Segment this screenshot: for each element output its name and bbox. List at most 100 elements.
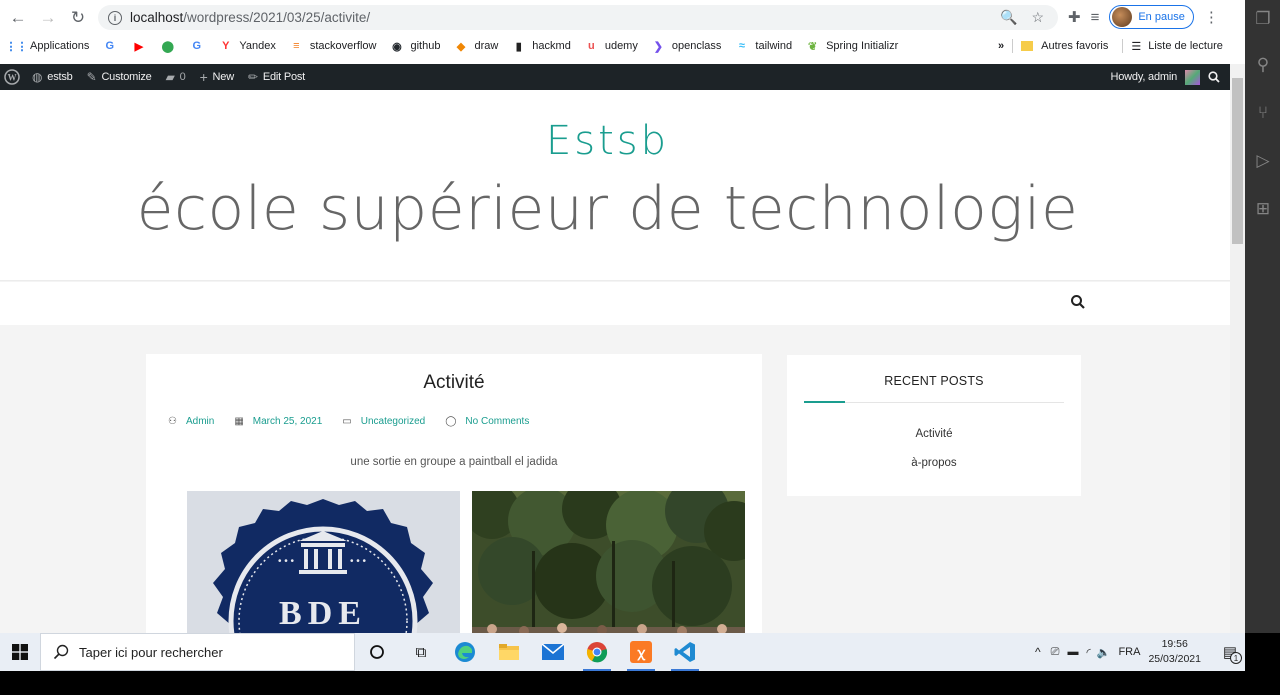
reading-list-button[interactable]: ☰ Liste de lecture xyxy=(1131,40,1222,53)
other-favorites-folder[interactable]: Autres favoris xyxy=(1021,40,1108,52)
pencil-icon: ✏ xyxy=(247,70,258,84)
post-date[interactable]: ▦ March 25, 2021 xyxy=(234,416,322,427)
post-author[interactable]: ⚇ Admin xyxy=(168,416,214,427)
chrome-icon xyxy=(586,642,608,663)
wifi-icon[interactable]: ◜ xyxy=(1086,646,1090,659)
site-header: Estsb école supérieur de technologie xyxy=(0,90,1230,281)
edge-app[interactable] xyxy=(443,633,487,671)
extensions-icon[interactable]: ✚ xyxy=(1068,8,1081,26)
comments-link[interactable]: ▰ 0 xyxy=(166,70,186,84)
comment-bubble-icon: ◯ xyxy=(445,416,457,427)
bookmark-item[interactable]: ❦ Spring Initializr xyxy=(806,40,898,53)
bookmark-item[interactable]: ⋮⋮ Applications xyxy=(5,40,90,53)
bookmark-label: openclass xyxy=(671,40,722,52)
site-title[interactable]: Estsb xyxy=(0,118,1215,164)
explorer-icon[interactable]: ❐ xyxy=(1254,10,1272,28)
google-icon: G xyxy=(105,40,115,52)
vscode-icon xyxy=(674,642,695,662)
profile-button[interactable]: En pause xyxy=(1109,5,1194,29)
customize-link[interactable]: ✎ Customize xyxy=(87,70,152,84)
admin-site-link[interactable]: ◍ estsb xyxy=(32,70,73,84)
clock-time: 19:56 xyxy=(1161,638,1188,650)
mail-app[interactable] xyxy=(531,633,575,671)
clock[interactable]: 19:56 25/03/2021 xyxy=(1148,637,1201,667)
paintball-photo[interactable] xyxy=(472,491,745,633)
xampp-app[interactable]: ꭓ xyxy=(619,633,663,671)
zoom-icon[interactable]: 🔍 xyxy=(1000,9,1017,26)
mail-icon xyxy=(542,644,564,660)
volume-icon[interactable]: 🔈 xyxy=(1097,646,1111,659)
bookmark-item[interactable]: u udemy xyxy=(585,40,638,53)
browser-toolbar: ← → ↻ i localhost/wordpress/2021/03/25/a… xyxy=(0,0,1245,35)
bookmark-item[interactable]: G xyxy=(190,40,210,53)
back-button[interactable]: ← xyxy=(3,3,33,33)
site-info-icon[interactable]: i xyxy=(108,10,122,25)
screen: ← → ↻ i localhost/wordpress/2021/03/25/a… xyxy=(0,0,1280,695)
battery-icon[interactable]: ▬ xyxy=(1067,646,1078,658)
media-controls-icon[interactable]: ≡ xyxy=(1091,9,1100,26)
meet-now-icon[interactable]: ⎚ xyxy=(1051,646,1060,659)
bookmark-item[interactable]: ⬤ xyxy=(161,40,181,53)
bookmark-item[interactable]: ▶ xyxy=(132,40,152,53)
windows-logo-icon xyxy=(12,644,28,660)
bookmark-item[interactable]: ◆ draw xyxy=(454,40,499,53)
wordpress-logo-icon[interactable]: W xyxy=(4,69,20,85)
forward-button[interactable]: → xyxy=(33,3,63,33)
extensions-icon[interactable]: ⊞ xyxy=(1254,200,1272,218)
apps-grid-icon: ⋮⋮ xyxy=(5,40,28,53)
edit-post-label: Edit Post xyxy=(262,71,306,83)
bookmark-item[interactable]: ≡ stackoverflow xyxy=(290,40,376,53)
reload-button[interactable]: ↻ xyxy=(63,3,93,33)
menu-icon[interactable]: ⋮ xyxy=(1204,8,1219,26)
bookmark-label: Applications xyxy=(30,40,90,52)
bookmark-star-icon[interactable]: ☆ xyxy=(1031,9,1044,26)
bookmark-item[interactable]: ▮ hackmd xyxy=(512,40,571,53)
admin-avatar xyxy=(1185,69,1200,85)
post-article: Activité ⚇ Admin ▦ March 25, 2021 ▭ Uncateg… xyxy=(146,354,762,633)
other-favorites-label: Autres favoris xyxy=(1041,40,1109,52)
recent-post-link[interactable]: Activité xyxy=(787,428,1081,440)
source-control-icon[interactable]: ⑂ xyxy=(1254,104,1272,122)
taskbar-search-box[interactable]: Taper ici pour rechercher xyxy=(40,633,355,671)
language-indicator[interactable]: FRA xyxy=(1118,646,1140,658)
search-icon[interactable]: ⚲ xyxy=(1254,56,1272,74)
edit-post-link[interactable]: ✏ Edit Post xyxy=(248,70,305,84)
notification-count: 1 xyxy=(1230,652,1242,664)
edge-icon xyxy=(455,642,475,662)
task-view-button[interactable]: ⧉ xyxy=(399,633,443,671)
hackmd-icon: ▮ xyxy=(515,40,522,53)
run-debug-icon[interactable]: ▷ xyxy=(1254,152,1272,170)
show-hidden-icons[interactable]: ^ xyxy=(1035,645,1041,659)
bookmark-item[interactable]: ≈ tailwind xyxy=(735,40,792,53)
dashboard-icon: ◍ xyxy=(32,70,43,84)
new-content-link[interactable]: + New xyxy=(200,69,235,85)
recent-post-link[interactable]: à-propos xyxy=(787,457,1081,469)
start-button[interactable] xyxy=(0,633,40,671)
bookmark-item[interactable]: ❯ openclass xyxy=(652,40,722,53)
search-icon[interactable] xyxy=(1070,294,1086,310)
svg-text:• • •: • • • xyxy=(350,556,367,567)
scrollbar-thumb[interactable] xyxy=(1232,78,1243,244)
bookmark-item[interactable]: G xyxy=(103,40,123,53)
cortana-button[interactable] xyxy=(355,633,399,671)
search-icon xyxy=(53,644,69,660)
bookmark-item[interactable]: ◉ github xyxy=(390,40,440,53)
widget-title: RECENT POSTS xyxy=(884,374,984,388)
clock-date: 25/03/2021 xyxy=(1148,653,1201,665)
more-bookmarks-button[interactable]: » xyxy=(998,40,1004,52)
address-bar[interactable]: i localhost/wordpress/2021/03/25/activit… xyxy=(98,5,1058,30)
howdy-account-link[interactable]: Howdy, admin xyxy=(1111,71,1178,83)
file-explorer-app[interactable] xyxy=(487,633,531,671)
category-text: Uncategorized xyxy=(360,416,426,427)
folder-icon: ▭ xyxy=(342,416,352,427)
svg-text:W: W xyxy=(8,73,17,83)
bookmark-item[interactable]: Y Yandex xyxy=(219,40,276,53)
vscode-app[interactable] xyxy=(663,633,707,671)
post-comments[interactable]: ◯ No Comments xyxy=(445,416,529,427)
notification-center-button[interactable]: ▤ 1 xyxy=(1215,633,1245,671)
chrome-app[interactable] xyxy=(575,633,619,671)
admin-search-icon[interactable] xyxy=(1208,71,1220,83)
post-category[interactable]: ▭ Uncategorized xyxy=(342,416,425,427)
bde-logo-image[interactable]: • • • • • • BDE xyxy=(187,491,460,633)
page-scrollbar[interactable] xyxy=(1230,64,1245,633)
